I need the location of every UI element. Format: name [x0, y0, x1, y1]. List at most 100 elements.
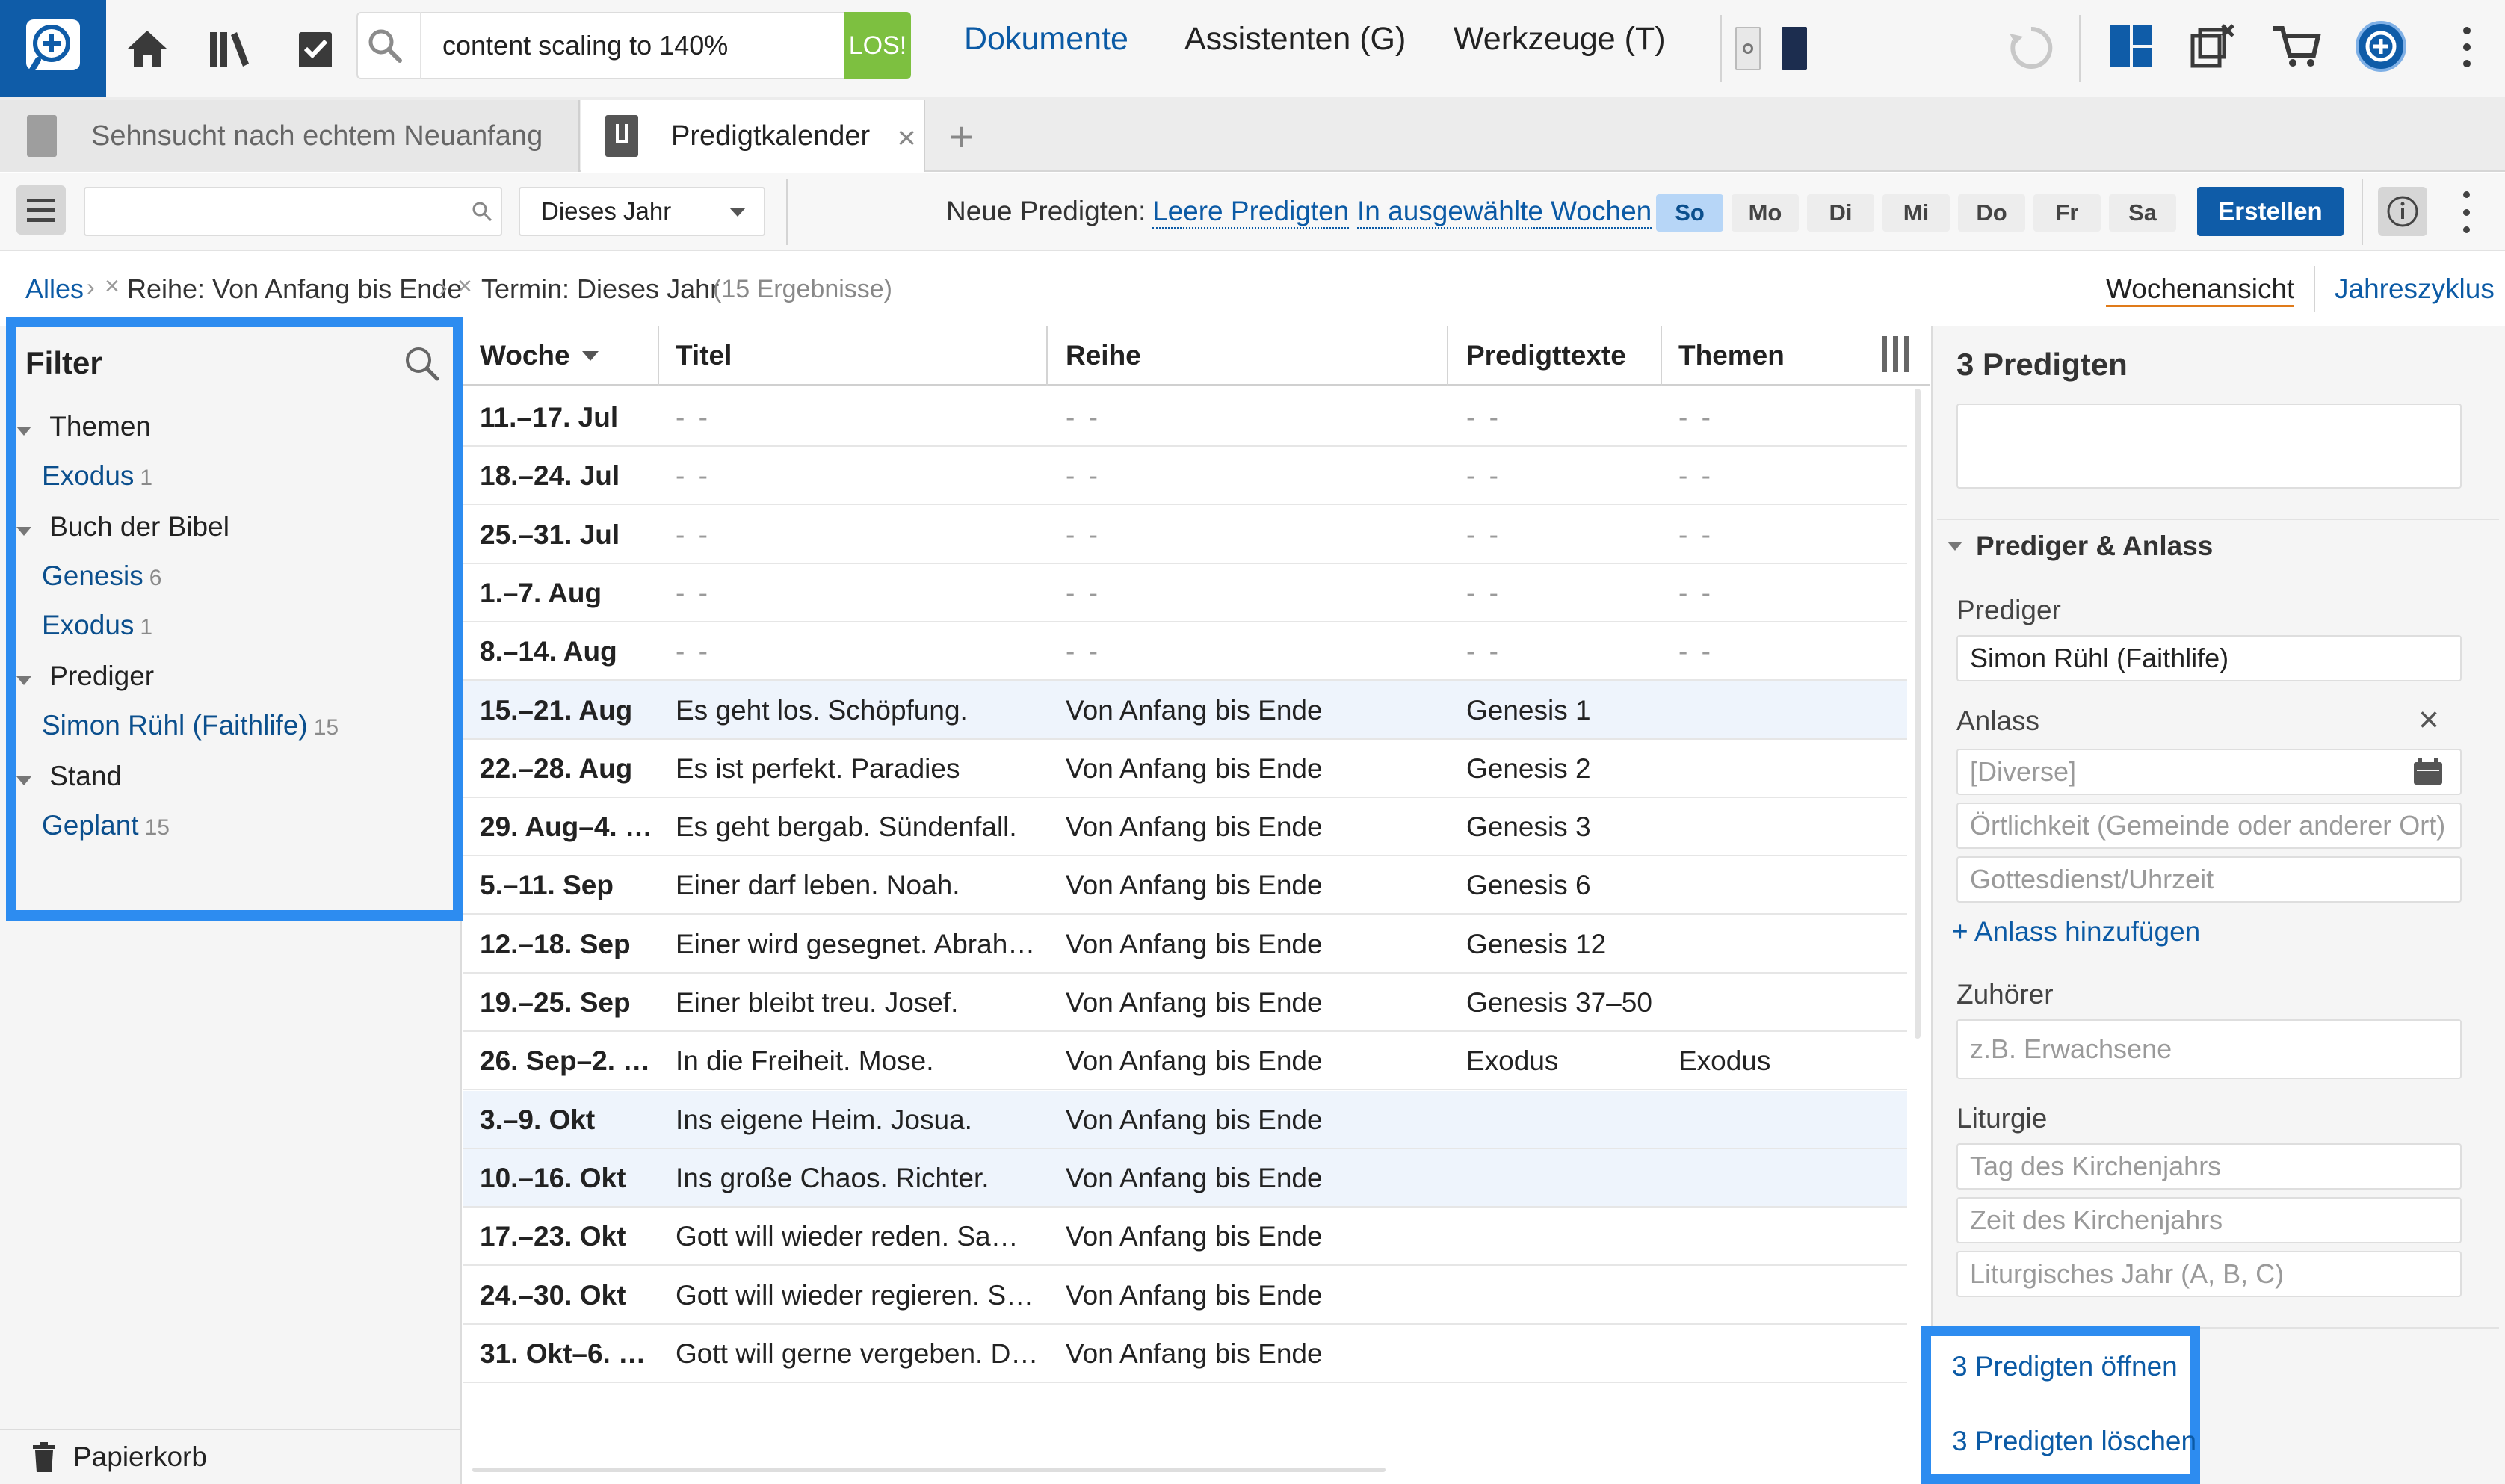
column-header-label: Woche	[480, 340, 570, 371]
account-icon[interactable]	[2354, 19, 2408, 77]
cell-texts: - -	[1466, 460, 1501, 492]
sync-icon[interactable]	[2003, 19, 2060, 76]
table-row[interactable]: 3.–9. Okt Ins eigene Heim. Josua. Von Anfa…	[463, 1090, 1907, 1149]
menu-assistants[interactable]: Assistenten (G)	[1184, 21, 1406, 58]
breadcrumb-root[interactable]: Alles	[25, 273, 84, 305]
cart-icon[interactable]	[2270, 22, 2323, 74]
day-saturday[interactable]: Sa	[2109, 194, 2176, 232]
cell-series: Von Anfang bis Ende	[1066, 752, 1323, 784]
more-menu-icon[interactable]	[2456, 22, 2478, 72]
selected-weeks-link[interactable]: In ausgewählte Wochen	[1357, 196, 1652, 229]
go-button[interactable]: LOS!	[844, 12, 911, 79]
table-row[interactable]: 22.–28. Aug Es ist perfekt. Paradies Von A…	[463, 740, 1907, 798]
toolbar-divider	[1720, 15, 1722, 82]
tasks-icon[interactable]	[278, 15, 353, 82]
table-row[interactable]: 10.–16. Okt Ins große Chaos. Richter. Von …	[463, 1148, 1907, 1208]
layouts-icon[interactable]	[2107, 22, 2155, 74]
day-tuesday[interactable]: Di	[1807, 194, 1874, 232]
column-header-week[interactable]: Woche	[480, 326, 599, 386]
library-icon[interactable]	[192, 15, 267, 82]
table-row[interactable]: 1.–7. Aug - - - - - - - -	[463, 564, 1907, 622]
table-row[interactable]: 26. Sep–2. … In die Freiheit. Mose. Von An…	[463, 1032, 1907, 1091]
table-row[interactable]: 12.–18. Sep Einer wird gesegnet. Abrah… Vo…	[463, 915, 1907, 974]
period-select[interactable]: Dieses Jahr	[519, 187, 765, 236]
info-icon[interactable]	[2378, 187, 2427, 236]
vertical-scrollbar[interactable]	[1915, 389, 1921, 1039]
day-friday[interactable]: Fr	[2033, 194, 2101, 232]
table-row[interactable]: 17.–23. Okt Gott will wieder reden. Sa… Vo…	[463, 1208, 1907, 1267]
open-sermons-link[interactable]: 3 Predigten öffnen	[1952, 1351, 2178, 1382]
occasion-date-field[interactable]: [Diverse]	[1956, 749, 2462, 795]
result-count: (15 Ergebnisse)	[713, 275, 893, 303]
table-row[interactable]: 24.–30. Okt Gott will wieder regieren. S……	[463, 1267, 1907, 1325]
liturgical-year-field[interactable]: Liturgisches Jahr (A, B, C)	[1956, 1251, 2462, 1297]
empty-sermons-link[interactable]: Leere Predigten	[1152, 196, 1350, 229]
trash-row[interactable]: Papierkorb	[0, 1429, 460, 1484]
table-row[interactable]: 31. Okt–6. … Gott will gerne vergeben. D……	[463, 1325, 1907, 1383]
menu-tools[interactable]: Werkzeuge (T)	[1454, 21, 1666, 58]
close-tab-icon[interactable]: ×	[897, 120, 916, 157]
horizontal-scrollbar[interactable]	[472, 1468, 1386, 1472]
cell-title: - -	[676, 577, 711, 608]
delete-sermons-link[interactable]: 3 Predigten löschen	[1952, 1426, 2196, 1457]
recent-book-icon[interactable]	[1782, 27, 1807, 70]
column-header-title[interactable]: Titel	[676, 326, 732, 386]
day-wednesday[interactable]: Mi	[1882, 194, 1950, 232]
day-thursday[interactable]: Do	[1958, 194, 2025, 232]
column-bar-icon	[1893, 336, 1898, 372]
app-logo-button[interactable]	[0, 0, 106, 97]
table-row[interactable]: 8.–14. Aug - - - - - - - -	[463, 622, 1907, 681]
close-windows-icon[interactable]	[2188, 22, 2236, 74]
cell-title: - -	[676, 519, 711, 550]
breadcrumb-term[interactable]: Termin: Dieses Jahr	[481, 273, 719, 305]
panel-more-icon[interactable]	[2459, 191, 2474, 233]
clear-occasion-icon[interactable]: ×	[2418, 699, 2439, 741]
cell-themes	[1678, 740, 1873, 798]
table-row[interactable]: 19.–25. Sep Einer bleibt treu. Josef. Von …	[463, 974, 1907, 1032]
column-header-series[interactable]: Reihe	[1066, 326, 1141, 386]
cell-title: - -	[676, 636, 711, 667]
calendar-icon[interactable]	[2412, 758, 2444, 790]
panel-search-input[interactable]	[84, 187, 502, 236]
table-row[interactable]: 25.–31. Jul - - - - - - - -	[463, 506, 1907, 564]
search-input[interactable]: content scaling to 140%	[420, 12, 838, 79]
add-occasion-link[interactable]: + Anlass hinzufügen	[1952, 916, 2200, 947]
column-header-themes[interactable]: Themen	[1678, 326, 1785, 386]
menu-documents[interactable]: Dokumente	[964, 21, 1128, 58]
new-tab-icon[interactable]: +	[949, 112, 974, 161]
cell-series: Von Anfang bis Ende	[1066, 1045, 1323, 1077]
column-header-texts[interactable]: Predigttexte	[1466, 326, 1626, 386]
recent-doc-icon[interactable]	[1735, 27, 1761, 70]
create-button[interactable]: Erstellen	[2197, 187, 2344, 236]
service-time-field[interactable]: Gottesdienst/Uhrzeit	[1956, 856, 2462, 903]
table-row[interactable]: 18.–24. Jul - - - - - - - -	[463, 447, 1907, 506]
column-chooser-icon[interactable]	[1882, 336, 1909, 372]
tab-predigtkalender[interactable]: Predigtkalender ×	[581, 100, 925, 172]
year-cycle-link[interactable]: Jahreszyklus	[2335, 273, 2495, 305]
panel-menu-button[interactable]	[16, 185, 66, 235]
cell-series: Von Anfang bis Ende	[1066, 1338, 1323, 1369]
section-toggle[interactable]: Prediger & Anlass	[1948, 531, 2213, 562]
preacher-field[interactable]: Simon Rühl (Faithlife)	[1956, 635, 2462, 681]
home-icon[interactable]	[110, 15, 185, 82]
day-sunday[interactable]: So	[1656, 194, 1723, 232]
church-season-field[interactable]: Zeit des Kirchenjahrs	[1956, 1197, 2462, 1243]
cell-title: Einer wird gesegnet. Abrah…	[676, 928, 1036, 959]
cell-themes	[1678, 1208, 1873, 1266]
recent-doc-mark-icon	[1743, 43, 1753, 54]
cell-series: - -	[1066, 636, 1101, 667]
church-day-field[interactable]: Tag des Kirchenjahrs	[1956, 1143, 2462, 1190]
audience-field[interactable]: z.B. Erwachsene	[1956, 1019, 2462, 1079]
notes-textarea[interactable]	[1956, 404, 2462, 489]
day-monday[interactable]: Mo	[1732, 194, 1799, 232]
tab-sehnsucht[interactable]: Sehnsucht nach echtem Neuanfang	[0, 100, 580, 172]
table-row[interactable]: 15.–21. Aug Es geht los. Schöpfung. Von An…	[463, 681, 1907, 740]
table-row[interactable]: 11.–17. Jul - - - - - - - -	[463, 389, 1907, 447]
remove-filter-icon[interactable]: ×	[105, 272, 120, 301]
table-row[interactable]: 5.–11. Sep Einer darf leben. Noah. Von Anf…	[463, 856, 1907, 915]
week-view-link[interactable]: Wochenansicht	[2106, 273, 2295, 307]
table-row[interactable]: 29. Aug–4. … Es geht bergab. Sündenfall. V…	[463, 798, 1907, 857]
place-field[interactable]: Örtlichkeit (Gemeinde oder anderer Ort)	[1956, 803, 2462, 849]
breadcrumb-series[interactable]: Reihe: Von Anfang bis Ende	[127, 273, 462, 305]
remove-filter-icon[interactable]: ×	[457, 272, 472, 301]
